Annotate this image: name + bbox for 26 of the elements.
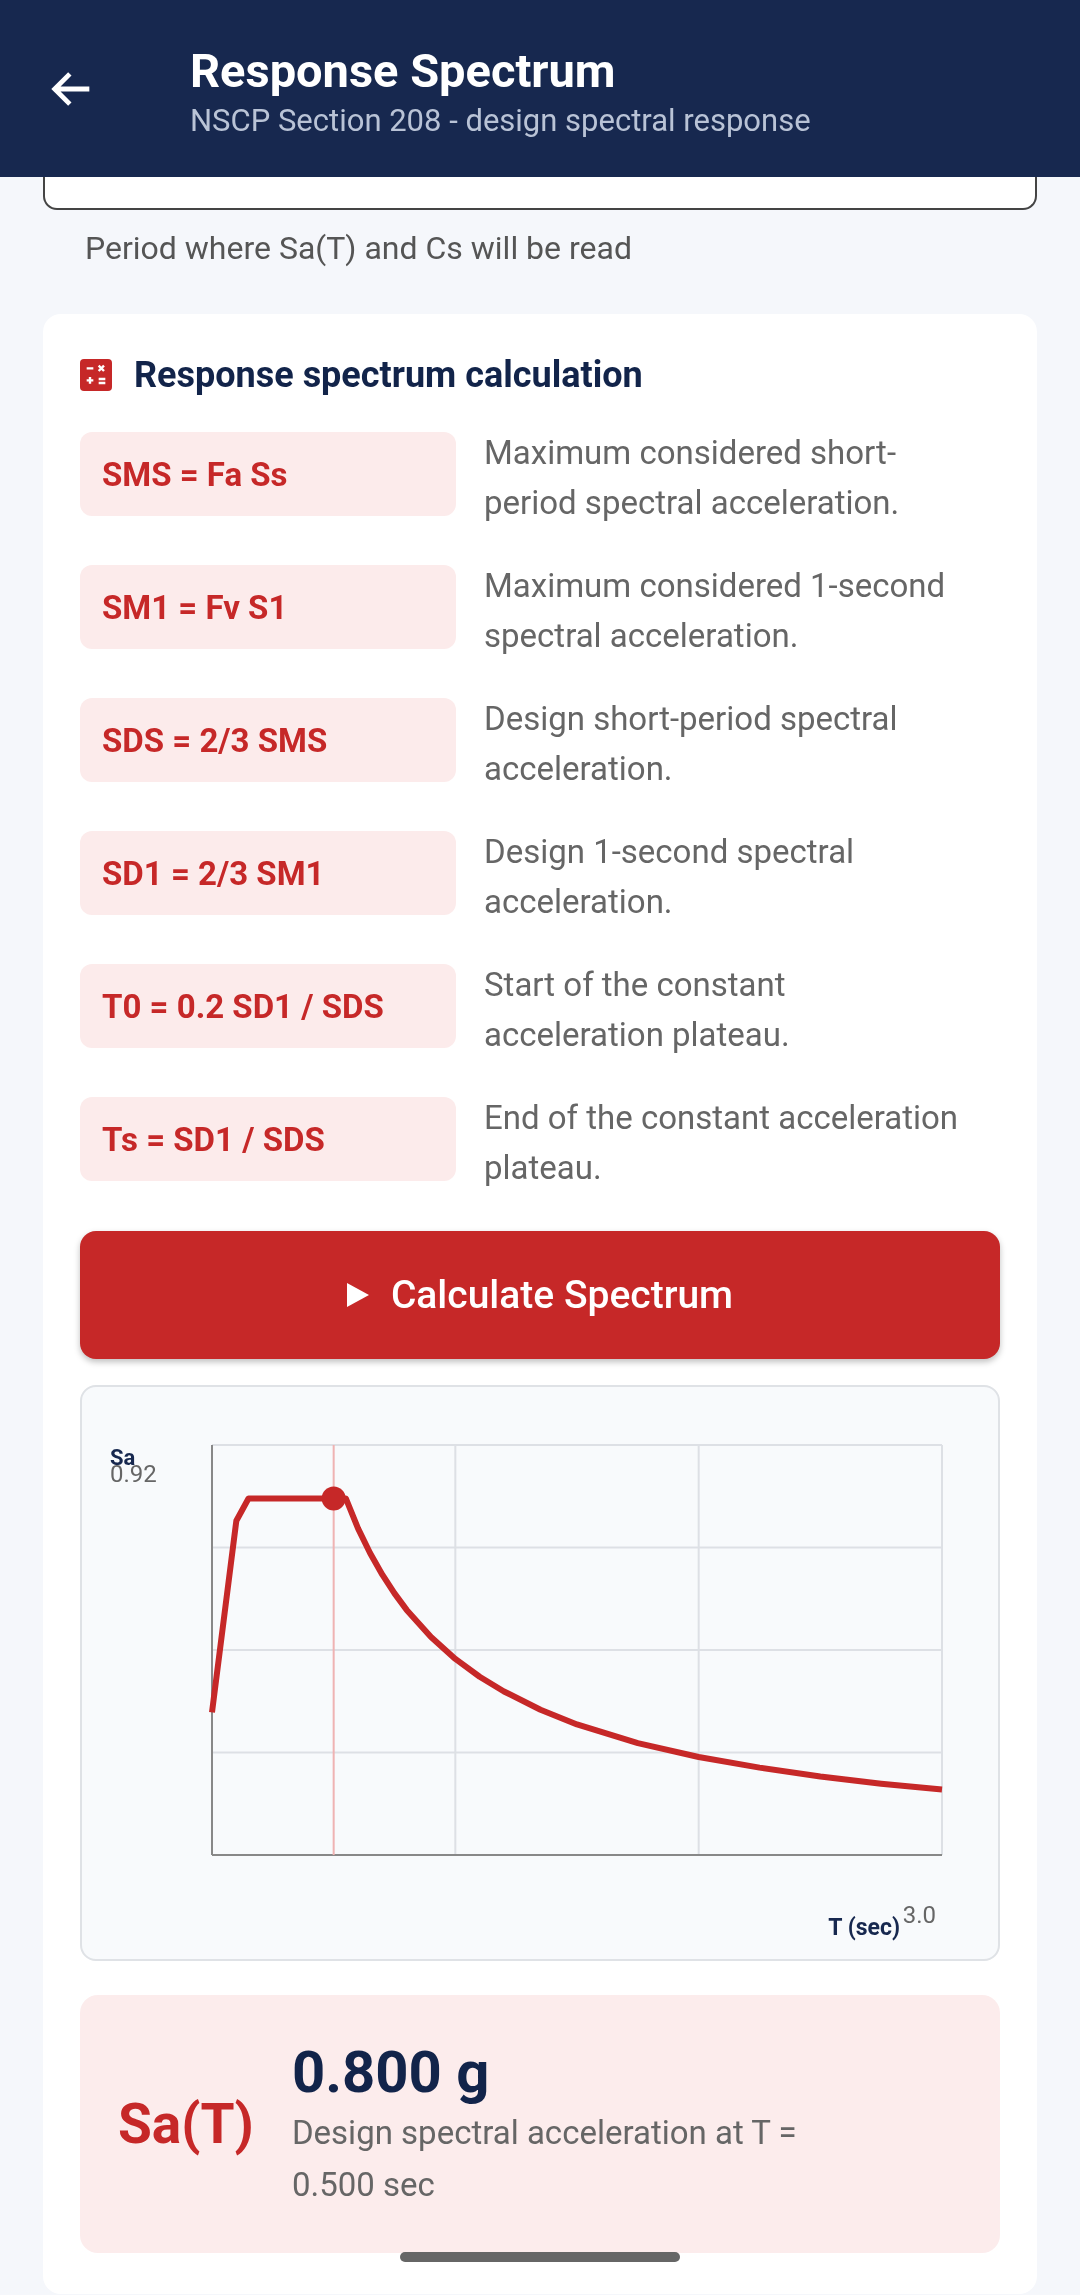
selected-point <box>321 1486 346 1511</box>
result-description: Design spectral acceleration at T = 0.500 sec <box>291 2112 798 2206</box>
screen-subtitle: NSCP Section 208 - design spectral response <box>190 102 811 139</box>
play-icon <box>346 1283 369 1307</box>
result-symbol: Sa(T) <box>118 2092 254 2156</box>
formula-description: Start of the constant acceleration plateau. <box>484 964 791 1056</box>
period-input-field[interactable] <box>43 175 1037 210</box>
screen-title: Response Spectrum <box>190 43 617 98</box>
formula-chip: Ts = SD1 / SDS <box>80 1097 456 1181</box>
formula-description: Design 1-second spectral acceleration. <box>484 831 856 923</box>
helper-text: Period where Sa(T) and Cs will be read <box>85 228 633 268</box>
calculate-button[interactable]: Calculate Spectrum <box>80 1231 1000 1359</box>
formula-chip: SDS = 2/3 SMS <box>80 698 456 782</box>
formula-chip: T0 = 0.2 SD1 / SDS <box>80 964 456 1048</box>
x-axis-label: T (sec) <box>828 1914 900 1941</box>
card-title: Response spectrum calculation <box>134 354 643 396</box>
formula-chip: SM1 = Fv S1 <box>80 565 456 649</box>
formula-description: Maximum considered 1-second spectral acceleration. <box>484 565 947 657</box>
formula-chip: SMS = Fa Ss <box>80 432 456 516</box>
formula-description: Design short-period spectral acceleration. <box>484 698 899 790</box>
result-value: 0.800 g <box>291 2037 491 2107</box>
calculator-icon <box>80 359 112 391</box>
formula-description: Maximum considered short-period spectral acceleration. <box>484 432 901 524</box>
x-tick-label: 3.0 <box>902 1901 936 1929</box>
formula-chip: SD1 = 2/3 SM1 <box>80 831 456 915</box>
formula-description: End of the constant acceleration plateau. <box>484 1097 960 1189</box>
